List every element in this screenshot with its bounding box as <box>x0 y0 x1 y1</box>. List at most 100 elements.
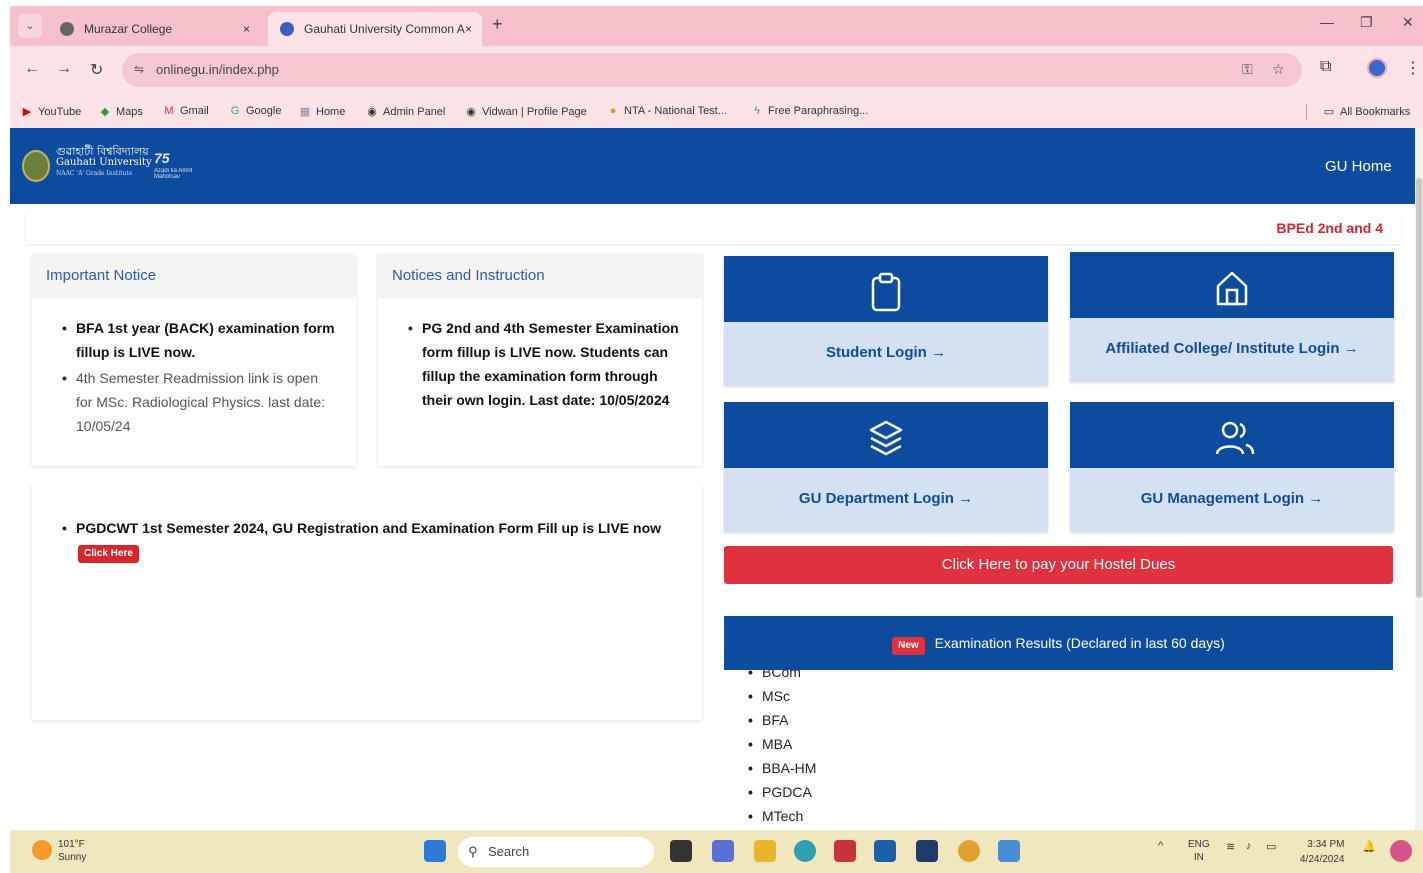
azadi-75-logo: 75 Azadi ka Amrit Mahotsav <box>154 150 193 180</box>
show-hidden-icons[interactable]: ^ <box>1158 840 1163 852</box>
notification-bell-icon[interactable]: 🔔 <box>1362 840 1376 853</box>
system-clock[interactable]: 3:34 PM 4/24/2024 <box>1300 837 1345 867</box>
site-info-icon[interactable]: ⇋ <box>134 62 144 76</box>
affiliated-college-login-card[interactable]: Affiliated College/ Institute Login → <box>1070 252 1394 382</box>
notices-instruction-title: Notices and Instruction <box>378 254 702 298</box>
globe-icon: ◉ <box>367 106 377 118</box>
profile-avatar[interactable] <box>1367 58 1387 78</box>
globe-icon <box>60 22 74 36</box>
page-content: গুৱাহাটী বিশ্ববিদ্যালয় Gauhati Universi… <box>10 128 1415 830</box>
bookmark-paraphrasing[interactable]: ϟ Free Paraphrasing... <box>750 105 868 117</box>
task-view-icon[interactable] <box>670 840 692 862</box>
extensions-icon[interactable]: ⧉ <box>1320 58 1331 76</box>
tab-murazar-college[interactable]: Murazar College × <box>48 12 260 46</box>
sun-icon <box>32 840 52 860</box>
forward-icon[interactable]: → <box>56 60 72 78</box>
pay-hostel-dues-button[interactable]: Click Here to pay your Hostel Dues <box>724 546 1393 584</box>
search-icon: ⚲ <box>468 844 478 859</box>
notices-instruction-list: PG 2nd and 4th Semester Examination form… <box>378 298 702 412</box>
language-indicator[interactable]: ENG IN <box>1188 838 1210 864</box>
result-item[interactable]: PGDCA <box>748 780 816 804</box>
teams-icon[interactable] <box>712 840 734 862</box>
tab-title: Gauhati University Common A <box>304 22 465 36</box>
paraphrase-icon: ϟ <box>754 105 760 117</box>
tab-title: Murazar College <box>84 22 173 36</box>
gu-seal-logo[interactable] <box>22 150 50 182</box>
minimize-icon[interactable]: — <box>1320 14 1334 30</box>
copilot-icon[interactable] <box>1390 840 1412 862</box>
bookmarks-bar: ▶ YouTube ◆ Maps M Gmail G Google ▦ Home ◉ Adm… <box>10 96 1423 128</box>
address-bar[interactable]: ⇋ onlinegu.in/index.php ⚿ ☆ <box>122 53 1302 87</box>
menu-kebab-icon[interactable]: ⋮ <box>1405 58 1421 78</box>
close-tab-icon[interactable]: × <box>465 12 472 46</box>
edge-icon[interactable] <box>794 840 816 862</box>
bookmark-home[interactable]: ▦ Home <box>298 105 346 118</box>
affiliated-login-header <box>1070 252 1394 318</box>
browser-toolbar: ← → ↻ ⇋ onlinegu.in/index.php ⚿ ☆ ⧉ ⋮ <box>10 46 1423 96</box>
mcafee-icon[interactable] <box>834 840 856 862</box>
bookmark-youtube[interactable]: ▶ YouTube <box>20 105 81 118</box>
layers-icon <box>869 420 903 456</box>
page-scrollbar[interactable] <box>1415 128 1423 830</box>
battery-icon[interactable]: ▭ <box>1266 840 1276 853</box>
reload-icon[interactable]: ↻ <box>90 60 103 80</box>
close-tab-icon[interactable]: × <box>243 12 250 46</box>
new-badge: New <box>892 637 925 655</box>
announcement-marquee: BPEd 2nd and 4 <box>26 212 1401 244</box>
instruction-item: PG 2nd and 4th Semester Examination form… <box>408 316 682 412</box>
volume-icon[interactable]: ♪ <box>1246 840 1252 852</box>
result-item[interactable]: BFA <box>748 708 816 732</box>
bookmarks-divider <box>1306 104 1307 120</box>
result-item[interactable]: BCom <box>748 670 816 684</box>
wifi-icon[interactable]: ≋ <box>1226 840 1235 853</box>
close-window-icon[interactable]: ✕ <box>1402 14 1414 31</box>
bookmark-google[interactable]: G Google <box>228 105 282 117</box>
scrollbar-thumb[interactable] <box>1416 178 1422 598</box>
app-icon[interactable] <box>916 840 938 862</box>
back-icon[interactable]: ← <box>24 60 40 78</box>
department-login-label: GU Department Login → <box>798 490 974 507</box>
exam-results-list: BCom MSc BFA MBA BBA-HM PGDCA MTech <box>748 670 816 828</box>
bookmark-vidwan[interactable]: ◉ Vidwan | Profile Page <box>464 105 587 118</box>
url-text: onlinegu.in/index.php <box>156 62 279 77</box>
taskbar-search[interactable]: ⚲ Search <box>458 837 654 867</box>
new-tab-button[interactable]: + <box>492 14 503 35</box>
google-icon: G <box>230 105 240 117</box>
result-item[interactable]: MTech <box>748 804 816 828</box>
windows-start-icon[interactable] <box>424 840 446 862</box>
important-notice-title: Important Notice <box>32 254 356 298</box>
all-bookmarks[interactable]: ▭ All Bookmarks <box>1322 105 1411 118</box>
gu-home-link[interactable]: GU Home <box>1325 158 1415 175</box>
gu-management-login-card[interactable]: GU Management Login → <box>1070 402 1394 532</box>
password-key-icon[interactable]: ⚿ <box>1242 61 1253 78</box>
marquee-text[interactable]: BPEd 2nd and 4 <box>1276 220 1383 236</box>
restore-icon[interactable]: ❐ <box>1360 14 1373 31</box>
important-notice-list: BFA 1st year (BACK) examination form fil… <box>32 298 356 438</box>
app-icon[interactable] <box>998 840 1020 862</box>
file-explorer-icon[interactable] <box>754 840 776 862</box>
tab-gauhati-university[interactable]: Gauhati University Common A × <box>268 12 482 46</box>
gu-logo-text[interactable]: গুৱাহাটী বিশ্ববিদ্যালয় Gauhati Universi… <box>56 146 152 179</box>
youtube-icon: ▶ <box>22 106 32 118</box>
result-item[interactable]: MBA <box>748 732 816 756</box>
bookmark-nta[interactable]: ● NTA - National Test... <box>606 105 727 117</box>
bookmark-admin-panel[interactable]: ◉ Admin Panel <box>365 105 445 118</box>
click-here-button[interactable]: Click Here <box>78 545 139 563</box>
bookmark-maps[interactable]: ◆ Maps <box>98 105 143 118</box>
store-icon[interactable] <box>874 840 896 862</box>
pgdcwt-text: PGDCWT 1st Semester 2024, GU Registratio… <box>76 520 662 536</box>
notices-instruction-card: Notices and Instruction PG 2nd and 4th S… <box>378 254 702 466</box>
gu-department-login-card[interactable]: GU Department Login → <box>724 402 1048 532</box>
pgdcwt-item: PGDCWT 1st Semester 2024, GU Registratio… <box>62 516 682 564</box>
users-icon <box>1215 421 1255 455</box>
tab-search-button[interactable]: ⌄ <box>18 14 42 38</box>
pgdcwt-list: PGDCWT 1st Semester 2024, GU Registratio… <box>32 484 702 564</box>
chrome-icon[interactable] <box>958 840 980 862</box>
student-login-card[interactable]: Student Login → <box>724 256 1048 386</box>
result-item[interactable]: BBA-HM <box>748 756 816 780</box>
result-item[interactable]: MSc <box>748 684 816 708</box>
student-login-header <box>724 256 1048 322</box>
windows-taskbar: 101°F Sunny ⚲ Search ^ ENG IN ≋ ♪ ▭ 3:34 P… <box>10 830 1423 873</box>
bookmark-star-icon[interactable]: ☆ <box>1272 61 1285 78</box>
bookmark-gmail[interactable]: M Gmail <box>162 105 208 117</box>
